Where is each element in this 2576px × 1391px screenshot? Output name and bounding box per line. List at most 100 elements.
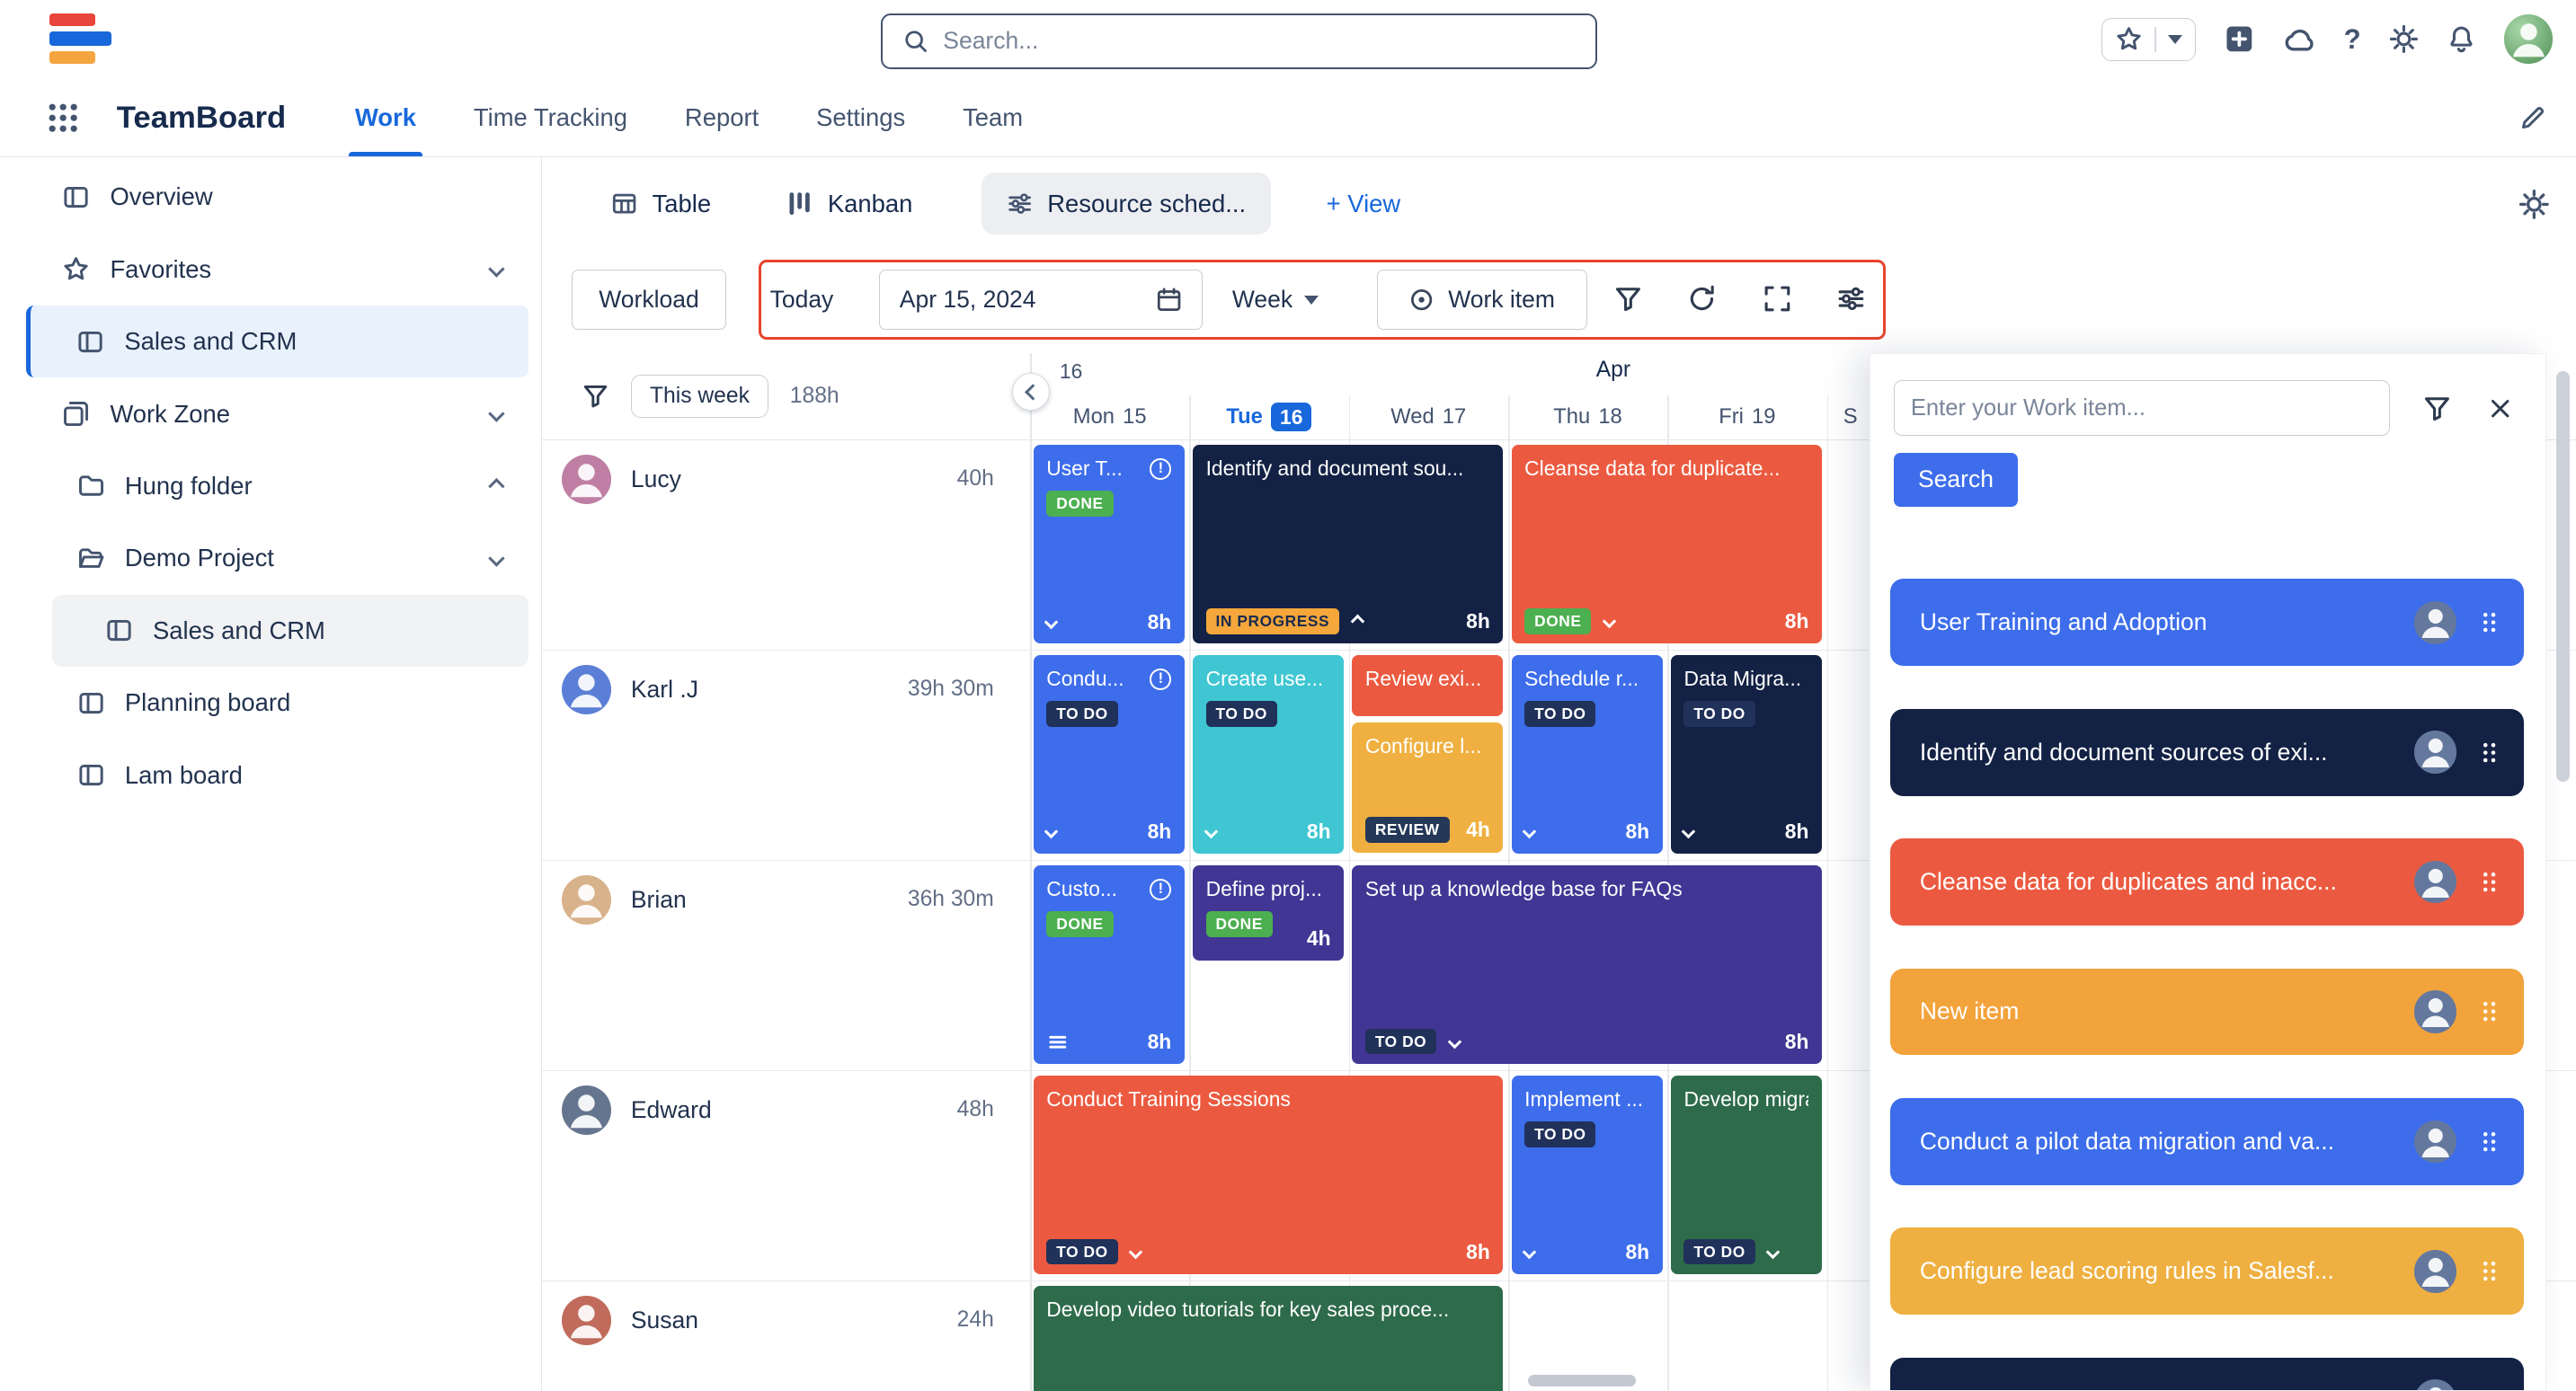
nav-tab-work[interactable]: Work bbox=[349, 79, 423, 157]
work-item-select[interactable]: Work item bbox=[1377, 270, 1587, 331]
today-button[interactable]: Today bbox=[762, 270, 841, 331]
day-header-thu-18[interactable]: Thu18 bbox=[1508, 397, 1667, 437]
sidebar-item-favorites[interactable]: Favorites bbox=[0, 234, 541, 306]
notifications-bell-icon[interactable] bbox=[2447, 24, 2476, 54]
view-tab-resource-sched[interactable]: Resource sched... bbox=[982, 173, 1270, 235]
day-header-fri-19[interactable]: Fri19 bbox=[1667, 397, 1826, 437]
page-scrollbar[interactable] bbox=[2556, 371, 2570, 782]
edit-pencil-icon[interactable] bbox=[2518, 104, 2546, 132]
schedule-card[interactable]: Review exi... bbox=[1352, 655, 1503, 716]
sidebar-item-work-zone[interactable]: Work Zone bbox=[0, 377, 541, 449]
work-item-card[interactable]: Cleanse data for duplicates and inacc... bbox=[1890, 838, 2524, 926]
schedule-card[interactable]: Develop migratio...TO DO bbox=[1671, 1076, 1822, 1274]
chevron-down-icon[interactable] bbox=[488, 406, 504, 422]
view-tab-kanban[interactable]: Kanban bbox=[786, 190, 912, 218]
schedule-card[interactable]: Set up a knowledge base for FAQsTO DO8h bbox=[1352, 865, 1822, 1064]
settings-sliders-icon[interactable] bbox=[1836, 284, 1866, 314]
drag-handle-icon[interactable] bbox=[2476, 740, 2502, 766]
panel-filter-icon[interactable] bbox=[2422, 394, 2452, 423]
day-header-mon-15[interactable]: Mon15 bbox=[1030, 397, 1189, 437]
total-hours: 188h bbox=[790, 384, 839, 409]
work-item-card[interactable] bbox=[1890, 1358, 2524, 1390]
chevron-up-icon[interactable] bbox=[1350, 615, 1364, 628]
add-icon[interactable] bbox=[2224, 23, 2255, 55]
nav-tab-settings[interactable]: Settings bbox=[810, 79, 912, 157]
drag-handle-icon[interactable] bbox=[2476, 1258, 2502, 1284]
schedule-card[interactable]: Condu...!TO DO8h bbox=[1034, 655, 1185, 854]
schedule-card[interactable]: User T...!DONE8h bbox=[1034, 445, 1185, 643]
drag-handle-icon[interactable] bbox=[2476, 869, 2502, 895]
sidebar-item-planning-board[interactable]: Planning board bbox=[0, 667, 541, 739]
work-item-search-input[interactable] bbox=[1894, 380, 2390, 436]
help-icon[interactable]: ? bbox=[2344, 23, 2361, 56]
schedule-card[interactable]: Data Migra...TO DO8h bbox=[1671, 655, 1822, 854]
range-select[interactable]: Week bbox=[1232, 270, 1319, 331]
global-search[interactable] bbox=[881, 13, 1597, 69]
nav-tab-team[interactable]: Team bbox=[956, 79, 1030, 157]
schedule-card[interactable]: Implement ...TO DO8h bbox=[1512, 1076, 1663, 1274]
view-tab-table[interactable]: Table bbox=[611, 190, 711, 218]
chevron-down-icon[interactable] bbox=[1044, 615, 1058, 628]
chevron-down-icon[interactable] bbox=[1044, 825, 1058, 838]
schedule-card[interactable]: Create use...TO DO8h bbox=[1193, 655, 1344, 854]
chevron-down-icon[interactable] bbox=[1204, 825, 1217, 838]
menu-icon[interactable] bbox=[1046, 1031, 1070, 1054]
schedule-card[interactable]: Schedule r...TO DO8h bbox=[1512, 655, 1663, 854]
horizontal-scrollbar[interactable] bbox=[1528, 1375, 1637, 1387]
work-item-card[interactable]: User Training and Adoption bbox=[1890, 579, 2524, 666]
view-settings-gear-icon[interactable] bbox=[2518, 189, 2550, 220]
schedule-card[interactable]: Identify and document sou...IN PROGRESS8… bbox=[1193, 445, 1503, 643]
work-item-card[interactable]: Conduct a pilot data migration and va... bbox=[1890, 1098, 2524, 1185]
chevron-down-icon[interactable] bbox=[1603, 615, 1616, 628]
work-item-card[interactable]: Identify and document sources of exi... bbox=[1890, 709, 2524, 796]
cloud-icon[interactable] bbox=[2283, 23, 2316, 57]
nav-tab-report[interactable]: Report bbox=[679, 79, 766, 157]
refresh-icon[interactable] bbox=[1687, 284, 1717, 314]
panel-search-button[interactable]: Search bbox=[1894, 453, 2019, 507]
fullscreen-icon[interactable] bbox=[1763, 284, 1792, 314]
chevron-down-icon[interactable] bbox=[1129, 1245, 1142, 1258]
chevron-down-icon[interactable] bbox=[488, 261, 504, 278]
week-filter-pill[interactable]: This week bbox=[631, 375, 768, 418]
panel-close-icon[interactable] bbox=[2488, 396, 2512, 421]
collapse-panel-button[interactable] bbox=[1012, 373, 1050, 411]
drag-handle-icon[interactable] bbox=[2476, 1129, 2502, 1155]
chevron-down-icon[interactable] bbox=[1523, 1245, 1536, 1259]
settings-gear-icon[interactable] bbox=[2389, 24, 2419, 54]
work-item-card[interactable]: Configure lead scoring rules in Salesf..… bbox=[1890, 1227, 2524, 1315]
chevron-down-icon[interactable] bbox=[1682, 825, 1695, 838]
add-view-button[interactable]: + View bbox=[1327, 190, 1401, 218]
chevron-down-icon[interactable] bbox=[488, 550, 504, 566]
drag-handle-icon[interactable] bbox=[2476, 1388, 2502, 1391]
chevron-up-icon[interactable] bbox=[488, 478, 504, 494]
day-header-wed-17[interactable]: Wed17 bbox=[1349, 397, 1508, 437]
schedule-card[interactable]: Develop video tutorials for key sales pr… bbox=[1034, 1286, 1504, 1391]
chevron-down-icon[interactable] bbox=[1523, 825, 1536, 838]
user-avatar[interactable] bbox=[2504, 14, 2554, 64]
drag-handle-icon[interactable] bbox=[2476, 609, 2502, 635]
schedule-card[interactable]: Custo...!DONE8h bbox=[1034, 865, 1185, 1064]
app-switcher-icon[interactable] bbox=[46, 101, 80, 135]
sidebar-item-overview[interactable]: Overview bbox=[0, 161, 541, 233]
day-header-tue-16[interactable]: Tue16 bbox=[1189, 397, 1348, 437]
chevron-down-icon[interactable] bbox=[1448, 1035, 1461, 1049]
filter-icon[interactable] bbox=[1613, 284, 1643, 314]
search-input[interactable] bbox=[943, 27, 1575, 55]
schedule-card[interactable]: Cleanse data for duplicate...DONE8h bbox=[1512, 445, 1822, 643]
drag-handle-icon[interactable] bbox=[2476, 998, 2502, 1024]
workload-button[interactable]: Workload bbox=[572, 270, 726, 331]
work-item-card[interactable]: New item bbox=[1890, 969, 2524, 1056]
date-picker[interactable]: Apr 15, 2024 bbox=[879, 270, 1203, 331]
sidebar-item-demo-project[interactable]: Demo Project bbox=[0, 522, 541, 594]
favorites-dropdown[interactable] bbox=[2101, 18, 2197, 61]
nav-tab-time-tracking[interactable]: Time Tracking bbox=[467, 79, 635, 157]
schedule-card[interactable]: Conduct Training SessionsTO DO8h bbox=[1034, 1076, 1504, 1274]
sidebar-item-sales-and-crm[interactable]: Sales and CRM bbox=[26, 306, 528, 377]
resource-filter-icon[interactable] bbox=[582, 382, 609, 410]
schedule-card[interactable]: Configure l...REVIEW4h bbox=[1352, 722, 1503, 852]
sidebar-item-sales-and-crm[interactable]: Sales and CRM bbox=[52, 595, 528, 667]
sidebar-item-hung-folder[interactable]: Hung folder bbox=[0, 450, 541, 522]
sidebar-item-lam-board[interactable]: Lam board bbox=[0, 739, 541, 811]
schedule-card[interactable]: Define proj...DONE4h bbox=[1193, 865, 1344, 961]
chevron-down-icon[interactable] bbox=[1766, 1245, 1780, 1258]
